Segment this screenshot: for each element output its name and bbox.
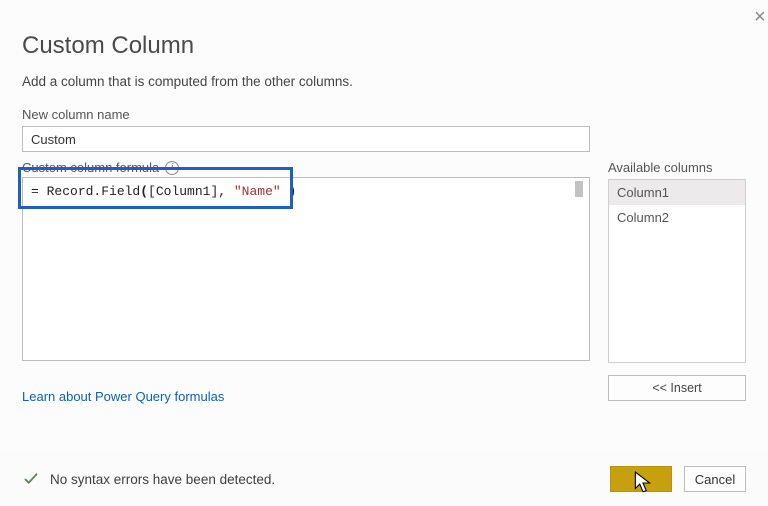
learn-link[interactable]: Learn about Power Query formulas [22,389,224,404]
list-item[interactable]: Column2 [609,205,745,230]
insert-button[interactable]: << Insert [608,375,746,401]
close-icon[interactable]: × [754,6,768,29]
dialog-title: Custom Column [22,32,746,60]
cancel-button[interactable]: Cancel [684,466,746,492]
dialog-subtitle: Add a column that is computed from the o… [22,74,746,89]
new-column-name-input[interactable] [22,126,590,152]
checkmark-icon [22,470,40,488]
status-text: No syntax errors have been detected. [50,472,275,487]
formula-input[interactable]: = Record.Field([Column1], "Name" ) [22,177,590,361]
available-columns-list[interactable]: Column1Column2 [608,179,746,363]
status-bar: No syntax errors have been detected. [22,470,275,488]
available-columns-label: Available columns [608,160,746,175]
list-item[interactable]: Column1 [609,180,745,205]
formula-text: = Record.Field([Column1], "Name" ) [23,178,589,205]
text-caret [575,181,583,197]
ok-button[interactable]: OK [610,466,672,492]
new-column-name-label: New column name [22,107,746,122]
info-icon[interactable]: i [165,161,179,175]
formula-label: Custom column formula [22,160,159,175]
cursor-icon [633,471,653,495]
